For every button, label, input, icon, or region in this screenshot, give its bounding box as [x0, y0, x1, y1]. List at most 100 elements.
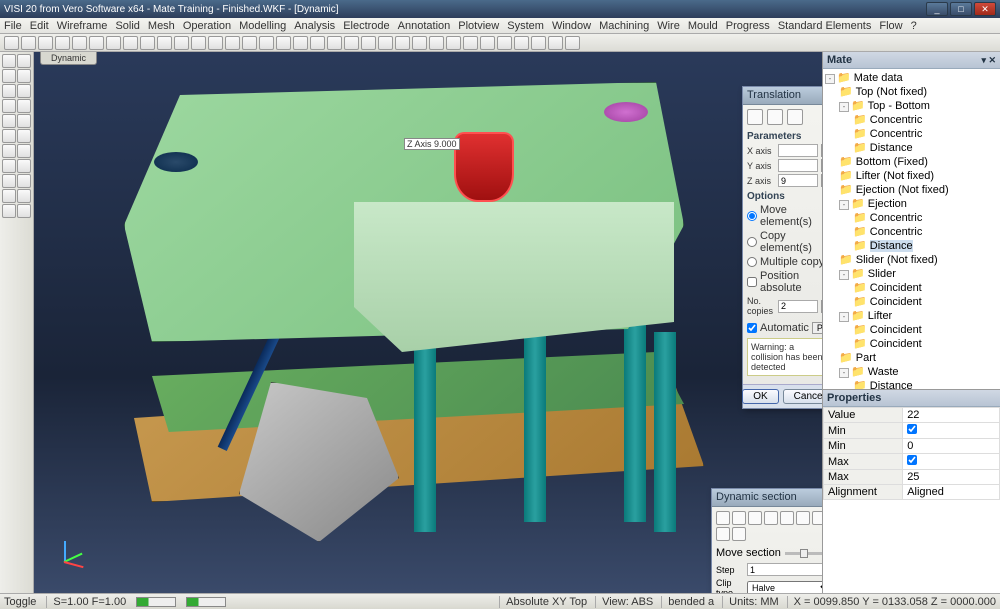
- toolbar-button[interactable]: [242, 36, 257, 50]
- multi-radio[interactable]: [747, 257, 757, 267]
- property-row[interactable]: Max25: [824, 470, 1000, 485]
- copies-input[interactable]: [778, 300, 818, 313]
- toolbar-button[interactable]: [429, 36, 444, 50]
- tool-button[interactable]: [2, 99, 16, 113]
- menu-?[interactable]: ?: [911, 20, 917, 32]
- status-abs[interactable]: Absolute XY Top: [499, 596, 587, 608]
- tool-button[interactable]: [2, 189, 16, 203]
- move-radio[interactable]: [747, 211, 757, 221]
- menu-standard-elements[interactable]: Standard Elements: [778, 20, 872, 32]
- status-units[interactable]: Units: MM: [722, 596, 779, 608]
- tree-node[interactable]: 📁 Coincident: [825, 323, 998, 337]
- array-icon[interactable]: [787, 109, 803, 125]
- tool-button[interactable]: [17, 159, 31, 173]
- tree-node[interactable]: -📁 Waste: [825, 365, 998, 379]
- tool-button[interactable]: [17, 129, 31, 143]
- section-tool-icon[interactable]: [812, 511, 822, 525]
- toolbar-button[interactable]: [514, 36, 529, 50]
- zaxis-input[interactable]: [778, 174, 818, 187]
- property-value[interactable]: 22: [903, 408, 1000, 423]
- panel-controls-icon[interactable]: ▾ ✕: [981, 55, 996, 66]
- tree-node[interactable]: 📁 Slider (Not fixed): [825, 253, 998, 267]
- toolbar-button[interactable]: [565, 36, 580, 50]
- property-value[interactable]: 0: [903, 439, 1000, 454]
- mate-panel-title[interactable]: Mate ▾ ✕: [823, 52, 1000, 69]
- section-tool-icon[interactable]: [732, 511, 746, 525]
- mate-tree[interactable]: -📁 Mate data📁 Top (Not fixed)-📁 Top - Bo…: [823, 69, 1000, 390]
- step-input[interactable]: [747, 563, 822, 576]
- document-tab[interactable]: Dynamic: [40, 52, 97, 65]
- toolbar-button[interactable]: [344, 36, 359, 50]
- menu-analysis[interactable]: Analysis: [294, 20, 335, 32]
- tree-node[interactable]: 📁 Bottom (Fixed): [825, 155, 998, 169]
- menu-plotview[interactable]: Plotview: [458, 20, 499, 32]
- section-tool-icon[interactable]: [716, 527, 730, 541]
- property-row[interactable]: Min0: [824, 439, 1000, 454]
- toolbar-button[interactable]: [55, 36, 70, 50]
- toolbar-button[interactable]: [38, 36, 53, 50]
- section-tool-icon[interactable]: [780, 511, 794, 525]
- menu-system[interactable]: System: [507, 20, 544, 32]
- property-row[interactable]: Value22: [824, 408, 1000, 423]
- tool-button[interactable]: [2, 204, 16, 218]
- menu-mould[interactable]: Mould: [688, 20, 718, 32]
- property-value[interactable]: [903, 454, 1000, 470]
- property-value[interactable]: [903, 423, 1000, 439]
- tool-button[interactable]: [2, 54, 16, 68]
- property-value[interactable]: Aligned: [903, 485, 1000, 500]
- tool-button[interactable]: [2, 129, 16, 143]
- dialog-titlebar[interactable]: Translation ✕: [743, 87, 822, 105]
- tree-node[interactable]: -📁 Ejection: [825, 197, 998, 211]
- toolbar-button[interactable]: [191, 36, 206, 50]
- maximize-button[interactable]: □: [950, 2, 972, 16]
- toolbar-button[interactable]: [276, 36, 291, 50]
- menu-edit[interactable]: Edit: [30, 20, 49, 32]
- toolbar-button[interactable]: [395, 36, 410, 50]
- cliptype-select[interactable]: Halve: [747, 581, 822, 594]
- property-row[interactable]: Min: [824, 423, 1000, 439]
- tree-node[interactable]: 📁 Distance: [825, 379, 998, 390]
- tree-root[interactable]: -📁 Mate data: [825, 71, 998, 85]
- menu-wire[interactable]: Wire: [657, 20, 680, 32]
- tree-node[interactable]: 📁 Coincident: [825, 295, 998, 309]
- menu-wireframe[interactable]: Wireframe: [57, 20, 108, 32]
- property-row[interactable]: Max: [824, 454, 1000, 470]
- toolbar-button[interactable]: [463, 36, 478, 50]
- properties-grid[interactable]: Value22MinMin0MaxMax25AlignmentAligned: [823, 407, 1000, 593]
- menu-electrode[interactable]: Electrode: [343, 20, 389, 32]
- menu-operation[interactable]: Operation: [183, 20, 231, 32]
- tool-button[interactable]: [17, 174, 31, 188]
- menu-file[interactable]: File: [4, 20, 22, 32]
- axis-triad[interactable]: [46, 541, 86, 581]
- toolbar-button[interactable]: [106, 36, 121, 50]
- xaxis-input[interactable]: [778, 144, 818, 157]
- toolbar-button[interactable]: [480, 36, 495, 50]
- section-tool-icon[interactable]: [732, 527, 746, 541]
- toolbar-button[interactable]: [225, 36, 240, 50]
- ok-button[interactable]: OK: [742, 389, 778, 404]
- tool-button[interactable]: [17, 189, 31, 203]
- toolbar-button[interactable]: [21, 36, 36, 50]
- spin-icon[interactable]: ▲: [821, 144, 822, 157]
- tree-node[interactable]: 📁 Coincident: [825, 337, 998, 351]
- menu-window[interactable]: Window: [552, 20, 591, 32]
- yaxis-input[interactable]: [778, 159, 818, 172]
- toolbar-button[interactable]: [327, 36, 342, 50]
- status-toggle[interactable]: Toggle: [4, 596, 36, 608]
- menu-flow[interactable]: Flow: [879, 20, 902, 32]
- menu-mesh[interactable]: Mesh: [148, 20, 175, 32]
- 3d-viewport[interactable]: Dynamic Z Axis 9.000 Translation ✕: [34, 52, 822, 593]
- tree-node[interactable]: 📁 Distance: [825, 239, 998, 253]
- menu-machining[interactable]: Machining: [599, 20, 649, 32]
- copy-radio[interactable]: [747, 237, 757, 247]
- toolbar-button[interactable]: [4, 36, 19, 50]
- spin-icon[interactable]: ▲: [821, 300, 822, 313]
- tree-node[interactable]: 📁 Part: [825, 351, 998, 365]
- minimize-button[interactable]: _: [926, 2, 948, 16]
- tree-node[interactable]: -📁 Top - Bottom: [825, 99, 998, 113]
- tool-button[interactable]: [2, 144, 16, 158]
- tool-button[interactable]: [2, 69, 16, 83]
- tree-node[interactable]: 📁 Top (Not fixed): [825, 85, 998, 99]
- toolbar-button[interactable]: [72, 36, 87, 50]
- close-button[interactable]: ✕: [974, 2, 996, 16]
